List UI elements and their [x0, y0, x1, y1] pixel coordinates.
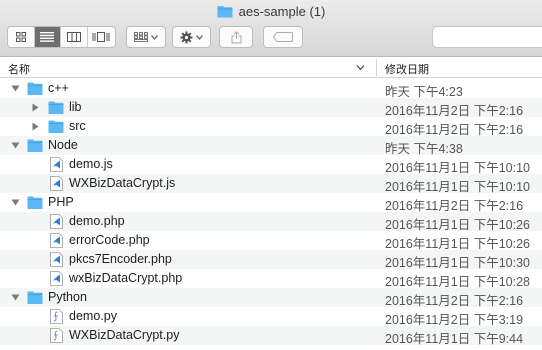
- list-item[interactable]: demo.php 2016年11月1日 下午10:26: [0, 212, 542, 232]
- list-item[interactable]: demo.js 2016年11月1日 下午10:10: [0, 155, 542, 175]
- file-list: c++ 昨天 下午4:23 lib 2016年11月2日 下午2:16 src …: [0, 79, 542, 346]
- list-item[interactable]: WXBizDataCrypt.js 2016年11月1日 下午10:10: [0, 174, 542, 194]
- item-name: demo.php: [69, 214, 125, 228]
- item-name: lib: [69, 100, 82, 114]
- arrange-grid-icon: [134, 32, 148, 42]
- folder-icon: [27, 139, 43, 152]
- item-name: WXBizDataCrypt.js: [69, 176, 176, 190]
- chevron-down-icon: [151, 34, 158, 40]
- item-name: wxBizDataCrypt.php: [69, 271, 183, 285]
- list-item[interactable]: Python 2016年11月2日 下午2:16: [0, 288, 542, 308]
- list-item[interactable]: PHP 2016年11月2日 下午2:16: [0, 193, 542, 213]
- columns-icon: [66, 32, 81, 42]
- vscode-file-icon: [50, 271, 63, 286]
- list-item[interactable]: errorCode.php 2016年11月1日 下午10:26: [0, 231, 542, 251]
- share-button[interactable]: [219, 26, 253, 48]
- folder-icon: [48, 120, 64, 133]
- disclosure-expanded-icon[interactable]: [11, 293, 20, 302]
- gear-icon: [180, 31, 193, 43]
- disclosure-expanded-icon[interactable]: [11, 198, 20, 207]
- tag-icon: [273, 32, 293, 42]
- list-item[interactable]: wxBizDataCrypt.php 2016年11月1日 下午10:28: [0, 269, 542, 289]
- item-name: errorCode.php: [69, 233, 150, 247]
- item-name: src: [69, 119, 86, 133]
- name-column-header[interactable]: 名称: [8, 61, 30, 77]
- column-view-button[interactable]: [61, 27, 88, 47]
- item-name: demo.js: [69, 157, 113, 171]
- window-title: aes-sample (1): [238, 4, 326, 19]
- icon-view-button[interactable]: [8, 27, 35, 47]
- column-header: 名称 修改日期: [0, 57, 542, 78]
- item-name: pkcs7Encoder.php: [69, 252, 172, 266]
- edit-tags-button[interactable]: [263, 26, 303, 48]
- cover-flow-icon: [92, 32, 110, 42]
- folder-icon: [27, 82, 43, 95]
- disclosure-collapsed-icon[interactable]: [31, 103, 40, 112]
- cover-flow-view-button[interactable]: [88, 27, 115, 47]
- window-title-area: aes-sample (1): [0, 4, 542, 19]
- list-item[interactable]: src 2016年11月2日 下午2:16: [0, 117, 542, 137]
- folder-icon: [48, 101, 64, 114]
- window-toolbar: aes-sample (1): [0, 0, 542, 57]
- disclosure-expanded-icon[interactable]: [11, 84, 20, 93]
- disclosure-collapsed-icon[interactable]: [31, 122, 40, 131]
- item-name: Python: [48, 290, 87, 304]
- sort-ascending-icon: [356, 65, 365, 71]
- search-field[interactable]: [432, 26, 542, 48]
- item-name: Node: [48, 138, 78, 152]
- script-file-icon: [50, 328, 63, 343]
- vscode-file-icon: [50, 157, 63, 172]
- vscode-file-icon: [50, 214, 63, 229]
- vscode-file-icon: [50, 233, 63, 248]
- arrange-button[interactable]: [126, 26, 166, 48]
- folder-icon: [27, 196, 43, 209]
- view-mode-control: [7, 26, 116, 48]
- chevron-down-icon: [196, 34, 203, 40]
- action-button[interactable]: [172, 26, 211, 48]
- folder-icon: [27, 291, 43, 304]
- column-divider: [376, 59, 377, 76]
- disclosure-expanded-icon[interactable]: [11, 141, 20, 150]
- list-item[interactable]: lib 2016年11月2日 下午2:16: [0, 98, 542, 118]
- item-name: demo.py: [69, 309, 117, 323]
- list-item[interactable]: demo.py 2016年11月2日 下午3:19: [0, 307, 542, 327]
- share-icon: [231, 30, 241, 43]
- item-date: 2016年11月1日 下午9:44: [385, 332, 524, 346]
- list-item[interactable]: Node 昨天 下午4:38: [0, 136, 542, 156]
- list-icon: [40, 32, 55, 42]
- vscode-file-icon: [50, 252, 63, 267]
- item-name: c++: [48, 81, 69, 95]
- list-view-button[interactable]: [34, 27, 62, 47]
- item-name: PHP: [48, 195, 74, 209]
- list-item[interactable]: WXBizDataCrypt.py 2016年11月1日 下午9:44: [0, 326, 542, 346]
- item-name: WXBizDataCrypt.py: [69, 328, 180, 342]
- list-item[interactable]: c++ 昨天 下午4:23: [0, 79, 542, 99]
- list-item[interactable]: pkcs7Encoder.php 2016年11月1日 下午10:30: [0, 250, 542, 270]
- folder-icon: [217, 6, 233, 18]
- vscode-file-icon: [50, 176, 63, 191]
- grid-icon: [15, 32, 26, 42]
- date-modified-column-header[interactable]: 修改日期: [385, 61, 429, 77]
- script-file-icon: [50, 309, 63, 324]
